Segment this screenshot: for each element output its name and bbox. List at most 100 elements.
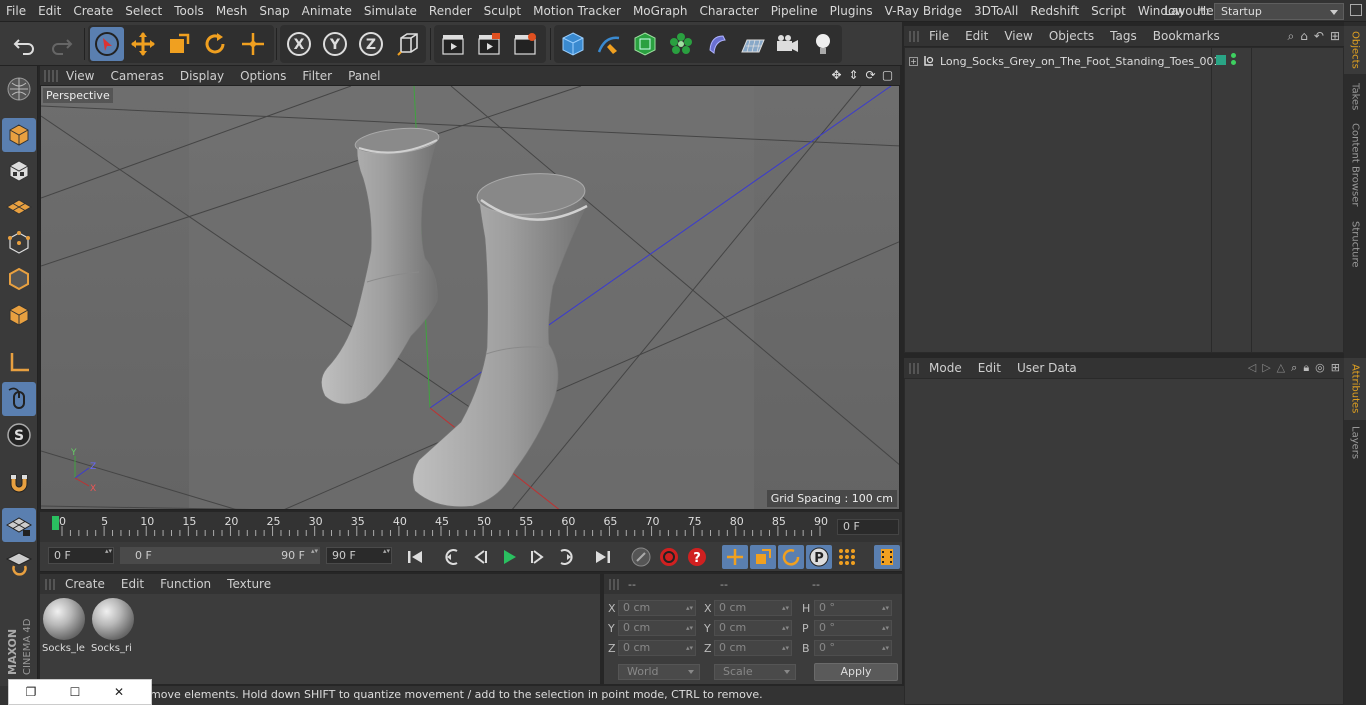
timeline-window-button[interactable] xyxy=(874,545,900,569)
tab-attributes[interactable]: Attributes xyxy=(1344,358,1366,420)
z-axis-lock-button[interactable]: Z xyxy=(354,27,388,61)
object-row[interactable]: + Long_Socks_Grey_on_The_Foot_Standing_T… xyxy=(909,53,1221,69)
end-frame-field[interactable]: 90 F xyxy=(326,547,392,564)
key-parameter-button[interactable]: P xyxy=(806,545,832,569)
new-window-icon[interactable]: ⊞ xyxy=(1331,361,1340,375)
restore-window-icon[interactable]: ❐ xyxy=(9,685,53,699)
back-arrow-icon[interactable]: ◁ xyxy=(1248,361,1256,375)
menu-3dtoall[interactable]: 3DToAll xyxy=(968,0,1024,22)
previous-key-button[interactable] xyxy=(440,545,466,569)
attributes-menu-mode[interactable]: Mode xyxy=(921,361,970,375)
add-floor-button[interactable] xyxy=(736,27,770,61)
add-mograph-button[interactable] xyxy=(664,27,698,61)
tab-takes[interactable]: Takes xyxy=(1344,78,1366,116)
snap-toggle-button[interactable] xyxy=(2,466,36,500)
viewport-menu-options[interactable]: Options xyxy=(232,69,294,83)
key-pla-button[interactable] xyxy=(834,545,860,569)
menu-edit[interactable]: Edit xyxy=(32,0,67,22)
texture-mode-button[interactable] xyxy=(2,154,36,188)
attributes-menu-edit[interactable]: Edit xyxy=(970,361,1009,375)
make-editable-button[interactable] xyxy=(2,72,36,106)
add-cube-button[interactable] xyxy=(556,27,590,61)
material-menu-edit[interactable]: Edit xyxy=(113,577,152,591)
transform-tool-button[interactable] xyxy=(236,27,270,61)
add-spline-button[interactable] xyxy=(592,27,626,61)
menu-snap[interactable]: Snap xyxy=(253,0,295,22)
start-frame-field[interactable]: 0 F xyxy=(48,547,114,564)
lock-icon[interactable]: 🔒︎ xyxy=(1303,361,1309,375)
menu-render[interactable]: Render xyxy=(423,0,478,22)
key-scale-button[interactable] xyxy=(750,545,776,569)
close-window-icon[interactable]: ✕ xyxy=(97,685,141,699)
objects-menu-edit[interactable]: Edit xyxy=(957,29,996,43)
polygons-mode-button[interactable] xyxy=(2,298,36,332)
target-icon[interactable]: ◎ xyxy=(1315,361,1325,375)
maximize-window-icon[interactable]: ☐ xyxy=(53,685,97,699)
move-tool-button[interactable] xyxy=(126,27,160,61)
pos-x-field[interactable]: 0 cm xyxy=(618,600,696,616)
record-keys-button[interactable] xyxy=(628,545,654,569)
viewport-menu-view[interactable]: View xyxy=(58,69,102,83)
rotate-tool-button[interactable] xyxy=(198,27,232,61)
coordinate-space-dropdown[interactable]: World xyxy=(618,664,700,680)
key-position-button[interactable] xyxy=(722,545,748,569)
workplane-snap-button[interactable] xyxy=(2,546,36,580)
render-picture-viewer-button[interactable] xyxy=(472,27,506,61)
menu-create[interactable]: Create xyxy=(67,0,119,22)
menu-tools[interactable]: Tools xyxy=(168,0,210,22)
workplane-mode-button[interactable] xyxy=(2,190,36,224)
autokeying-button[interactable] xyxy=(656,545,682,569)
add-deformer-button[interactable] xyxy=(700,27,734,61)
new-window-icon[interactable]: ⊞ xyxy=(1330,29,1340,44)
object-name[interactable]: Long_Socks_Grey_on_The_Foot_Standing_Toe… xyxy=(940,55,1221,68)
home-icon[interactable]: ⌂ xyxy=(1300,29,1308,44)
key-rotation-button[interactable] xyxy=(778,545,804,569)
attributes-menu-user-data[interactable]: User Data xyxy=(1009,361,1085,375)
maximize-view-icon[interactable]: ▢ xyxy=(881,68,894,82)
material-menu-create[interactable]: Create xyxy=(57,577,113,591)
size-y-field[interactable]: 0 cm xyxy=(714,620,792,636)
orbit-icon[interactable]: ⟳ xyxy=(864,68,877,82)
redo-button[interactable] xyxy=(44,27,78,61)
objects-menu-tags[interactable]: Tags xyxy=(1102,29,1145,43)
restore-window-icon[interactable] xyxy=(1350,4,1362,16)
axis-mode-button[interactable] xyxy=(2,346,36,380)
tab-content-browser[interactable]: Content Browser xyxy=(1344,120,1366,210)
viewport-menu-filter[interactable]: Filter xyxy=(294,69,340,83)
forward-arrow-icon[interactable]: ▷ xyxy=(1262,361,1270,375)
menu-sculpt[interactable]: Sculpt xyxy=(478,0,527,22)
visibility-dots-icon[interactable] xyxy=(1231,53,1237,67)
rot-b-field[interactable]: 0 ° xyxy=(814,640,892,656)
solo-mode-button[interactable]: S xyxy=(2,418,36,452)
material-menu-function[interactable]: Function xyxy=(152,577,219,591)
menu-motion-tracker[interactable]: Motion Tracker xyxy=(527,0,627,22)
playhead-marker[interactable] xyxy=(52,516,59,530)
apply-button[interactable]: Apply xyxy=(814,663,898,681)
up-arrow-icon[interactable]: △ xyxy=(1277,361,1285,375)
add-camera-button[interactable] xyxy=(770,27,804,61)
layout-dropdown[interactable]: Startup xyxy=(1214,2,1344,20)
previous-frame-button[interactable] xyxy=(468,545,494,569)
menu-file[interactable]: File xyxy=(0,0,32,22)
add-generator-button[interactable] xyxy=(628,27,662,61)
menu-plugins[interactable]: Plugins xyxy=(824,0,879,22)
preview-range-slider[interactable]: 0 F 90 F xyxy=(120,547,320,564)
add-light-button[interactable] xyxy=(806,27,840,61)
expand-toggle-icon[interactable]: + xyxy=(909,56,918,66)
layer-color-tag[interactable] xyxy=(1216,55,1226,65)
objects-menu-bookmarks[interactable]: Bookmarks xyxy=(1145,29,1228,43)
back-icon[interactable]: ↶ xyxy=(1314,29,1324,44)
menu-simulate[interactable]: Simulate xyxy=(358,0,423,22)
locked-workplane-button[interactable] xyxy=(2,508,36,542)
next-frame-button[interactable] xyxy=(524,545,550,569)
menu-select[interactable]: Select xyxy=(119,0,168,22)
x-axis-lock-button[interactable]: X xyxy=(282,27,316,61)
scale-tool-button[interactable] xyxy=(162,27,196,61)
edges-mode-button[interactable] xyxy=(2,262,36,296)
menu-animate[interactable]: Animate xyxy=(296,0,358,22)
material-swatch[interactable]: Socks_ri xyxy=(91,598,135,658)
pos-y-field[interactable]: 0 cm xyxy=(618,620,696,636)
tab-layers[interactable]: Layers xyxy=(1344,424,1366,462)
render-view-button[interactable] xyxy=(436,27,470,61)
menu-character[interactable]: Character xyxy=(693,0,764,22)
